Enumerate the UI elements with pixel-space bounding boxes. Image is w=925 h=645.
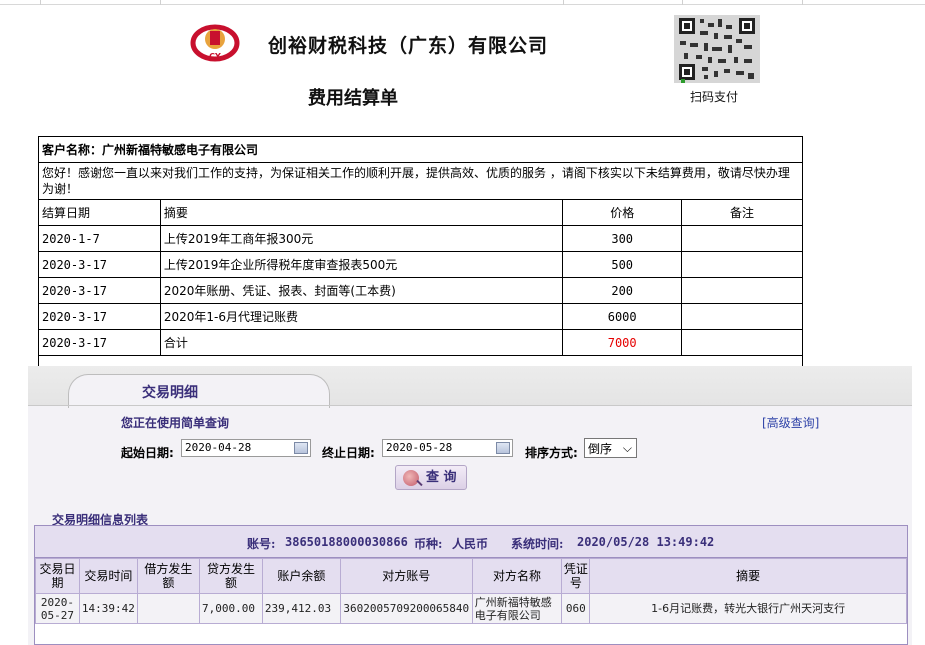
customer-name: 客户名称：广州新福特敏感电子有限公司 bbox=[38, 136, 803, 163]
statement-table: 客户名称：广州新福特敏感电子有限公司 您好！感谢您一直以来对我们工作的支持，为保… bbox=[38, 136, 803, 382]
tab-transaction-details[interactable] bbox=[68, 374, 330, 408]
document-title: 费用结算单 bbox=[308, 88, 398, 109]
statement-header-row: 结算日期 摘要 价格 备注 bbox=[38, 199, 803, 226]
settlement-date: 2020-1-7 bbox=[38, 225, 161, 252]
bank-transaction-panel: 交易明细 您正在使用简单查询 [高级查询] 起始日期: 2020-04-28 终… bbox=[28, 366, 912, 645]
table-row: 2020-1-7 上传2019年工商年报300元 300 bbox=[38, 225, 803, 252]
column-header: 凭证号 bbox=[561, 558, 591, 594]
transaction-time: 14:39:42 bbox=[78, 593, 138, 624]
company-logo-icon: CY bbox=[190, 24, 240, 62]
fee-price: 500 bbox=[562, 251, 683, 278]
column-header: 交易时间 bbox=[78, 558, 138, 594]
column-header: 贷方发生额 bbox=[199, 558, 263, 594]
currency-value: 人民币 bbox=[452, 537, 489, 551]
start-date-input[interactable]: 2020-04-28 bbox=[181, 439, 311, 457]
end-date-label: 终止日期: bbox=[322, 446, 375, 460]
calendar-icon[interactable] bbox=[496, 442, 510, 454]
simple-query-notice: 您正在使用简单查询 bbox=[121, 416, 230, 430]
transaction-summary: 1-6月记账费，转光大银行广州天河支行 bbox=[589, 593, 907, 624]
sheet-top-border bbox=[0, 0, 925, 5]
sort-label: 排序方式: bbox=[525, 446, 578, 460]
column-header: 交易日期 bbox=[35, 558, 80, 594]
column-header: 对方账号 bbox=[339, 558, 473, 594]
sort-order-select[interactable]: 倒序 ⌵ bbox=[584, 438, 637, 458]
column-header: 账户余额 bbox=[261, 558, 341, 594]
table-row[interactable]: 2020-05-27 14:39:42 7,000.00 239,412.03 … bbox=[35, 593, 907, 624]
fee-note bbox=[681, 303, 803, 330]
query-button[interactable]: 查 询 bbox=[395, 465, 467, 490]
chevron-down-icon: ⌵ bbox=[622, 441, 632, 455]
column-header: 借方发生额 bbox=[136, 558, 201, 594]
column-header: 摘要 bbox=[589, 558, 907, 594]
currency-label: 币种: bbox=[414, 537, 443, 551]
settlement-date: 2020-3-17 bbox=[38, 329, 161, 356]
total-price: 7000 bbox=[562, 329, 683, 356]
column-header: 对方名称 bbox=[471, 558, 563, 594]
credit-amount: 7,000.00 bbox=[199, 593, 263, 624]
sheet-column-line bbox=[160, 0, 161, 5]
advanced-query-link[interactable]: [高级查询] bbox=[762, 414, 819, 431]
counterparty-name: 广州新福特敏感电子有限公司 bbox=[471, 593, 563, 624]
column-header: 结算日期 bbox=[38, 199, 161, 226]
qr-marker bbox=[681, 79, 685, 83]
sheet-column-line bbox=[563, 0, 564, 5]
total-label: 合计 bbox=[159, 329, 564, 356]
account-balance: 239,412.03 bbox=[261, 593, 341, 624]
settlement-date: 2020-3-17 bbox=[38, 303, 161, 330]
settlement-date: 2020-3-17 bbox=[38, 277, 161, 304]
sheet-column-line bbox=[682, 0, 683, 5]
tab-label: 交易明细 bbox=[142, 385, 198, 401]
column-header: 备注 bbox=[681, 199, 803, 226]
account-label: 账号: bbox=[247, 537, 276, 551]
system-time-value: 2020/05/28 13:49:42 bbox=[577, 535, 715, 549]
fee-price: 300 bbox=[562, 225, 683, 252]
fee-price: 6000 bbox=[562, 303, 683, 330]
end-date-value: 2020-05-28 bbox=[386, 441, 453, 454]
table-row: 2020-3-17 上传2019年企业所得税年度审查报表500元 500 bbox=[38, 251, 803, 278]
end-date-input[interactable]: 2020-05-28 bbox=[382, 439, 513, 457]
customer-row: 客户名称：广州新福特敏感电子有限公司 bbox=[38, 136, 803, 163]
column-header: 价格 bbox=[562, 199, 683, 226]
transaction-date: 2020-05-27 bbox=[35, 593, 80, 624]
fee-summary: 2020年1-6月代理记账费 bbox=[159, 303, 564, 330]
account-number: 38650188000030866 bbox=[285, 535, 408, 549]
fee-summary: 2020年账册、凭证、报表、封面等(工本费) bbox=[159, 277, 564, 304]
total-row: 2020-3-17 合计 7000 bbox=[38, 329, 803, 356]
fee-summary: 上传2019年工商年报300元 bbox=[159, 225, 564, 252]
settlement-date: 2020-3-17 bbox=[38, 251, 161, 278]
qr-caption: 扫码支付 bbox=[690, 90, 739, 104]
table-row: 2020-3-17 2020年账册、凭证、报表、封面等(工本费) 200 bbox=[38, 277, 803, 304]
calendar-icon[interactable] bbox=[294, 442, 308, 454]
sort-order-value: 倒序 bbox=[588, 442, 613, 456]
sheet-column-line bbox=[802, 0, 803, 5]
query-button-label: 查 询 bbox=[426, 470, 457, 485]
voucher-number: 060 bbox=[561, 593, 591, 624]
start-date-value: 2020-04-28 bbox=[185, 441, 252, 454]
transaction-list: 账号: 38650188000030866 币种: 人民币 系统时间: 2020… bbox=[34, 525, 908, 645]
fee-price: 200 bbox=[562, 277, 683, 304]
sheet-column-line bbox=[40, 0, 41, 5]
table-row: 2020-3-17 2020年1-6月代理记账费 6000 bbox=[38, 303, 803, 330]
qr-code-icon bbox=[674, 15, 760, 83]
message-row: 您好！感谢您一直以来对我们工作的支持，为保证相关工作的顺利开展，提供高效、优质的… bbox=[38, 162, 803, 200]
system-time-label: 系统时间: bbox=[511, 537, 564, 551]
transaction-header-row: 交易日期 交易时间 借方发生额 贷方发生额 账户余额 对方账号 对方名称 凭证号… bbox=[35, 558, 907, 594]
counterparty-account: 3602005709200065840 bbox=[339, 593, 473, 624]
transaction-table: 交易日期 交易时间 借方发生额 贷方发生额 账户余额 对方账号 对方名称 凭证号… bbox=[35, 558, 907, 624]
svg-text:CY: CY bbox=[209, 52, 221, 61]
debit-amount bbox=[136, 593, 201, 624]
fee-note bbox=[681, 277, 803, 304]
magnifier-icon bbox=[403, 470, 419, 486]
fee-note bbox=[681, 251, 803, 278]
company-name: 创裕财税科技（广东）有限公司 bbox=[268, 35, 549, 57]
divider bbox=[28, 405, 912, 406]
fee-summary: 上传2019年企业所得税年度审查报表500元 bbox=[159, 251, 564, 278]
account-info-bar: 账号: 38650188000030866 币种: 人民币 系统时间: 2020… bbox=[35, 526, 907, 558]
fee-note bbox=[681, 329, 803, 356]
greeting-message: 您好！感谢您一直以来对我们工作的支持，为保证相关工作的顺利开展，提供高效、优质的… bbox=[38, 162, 803, 200]
column-header: 摘要 bbox=[159, 199, 564, 226]
fee-note bbox=[681, 225, 803, 252]
start-date-label: 起始日期: bbox=[121, 446, 174, 460]
